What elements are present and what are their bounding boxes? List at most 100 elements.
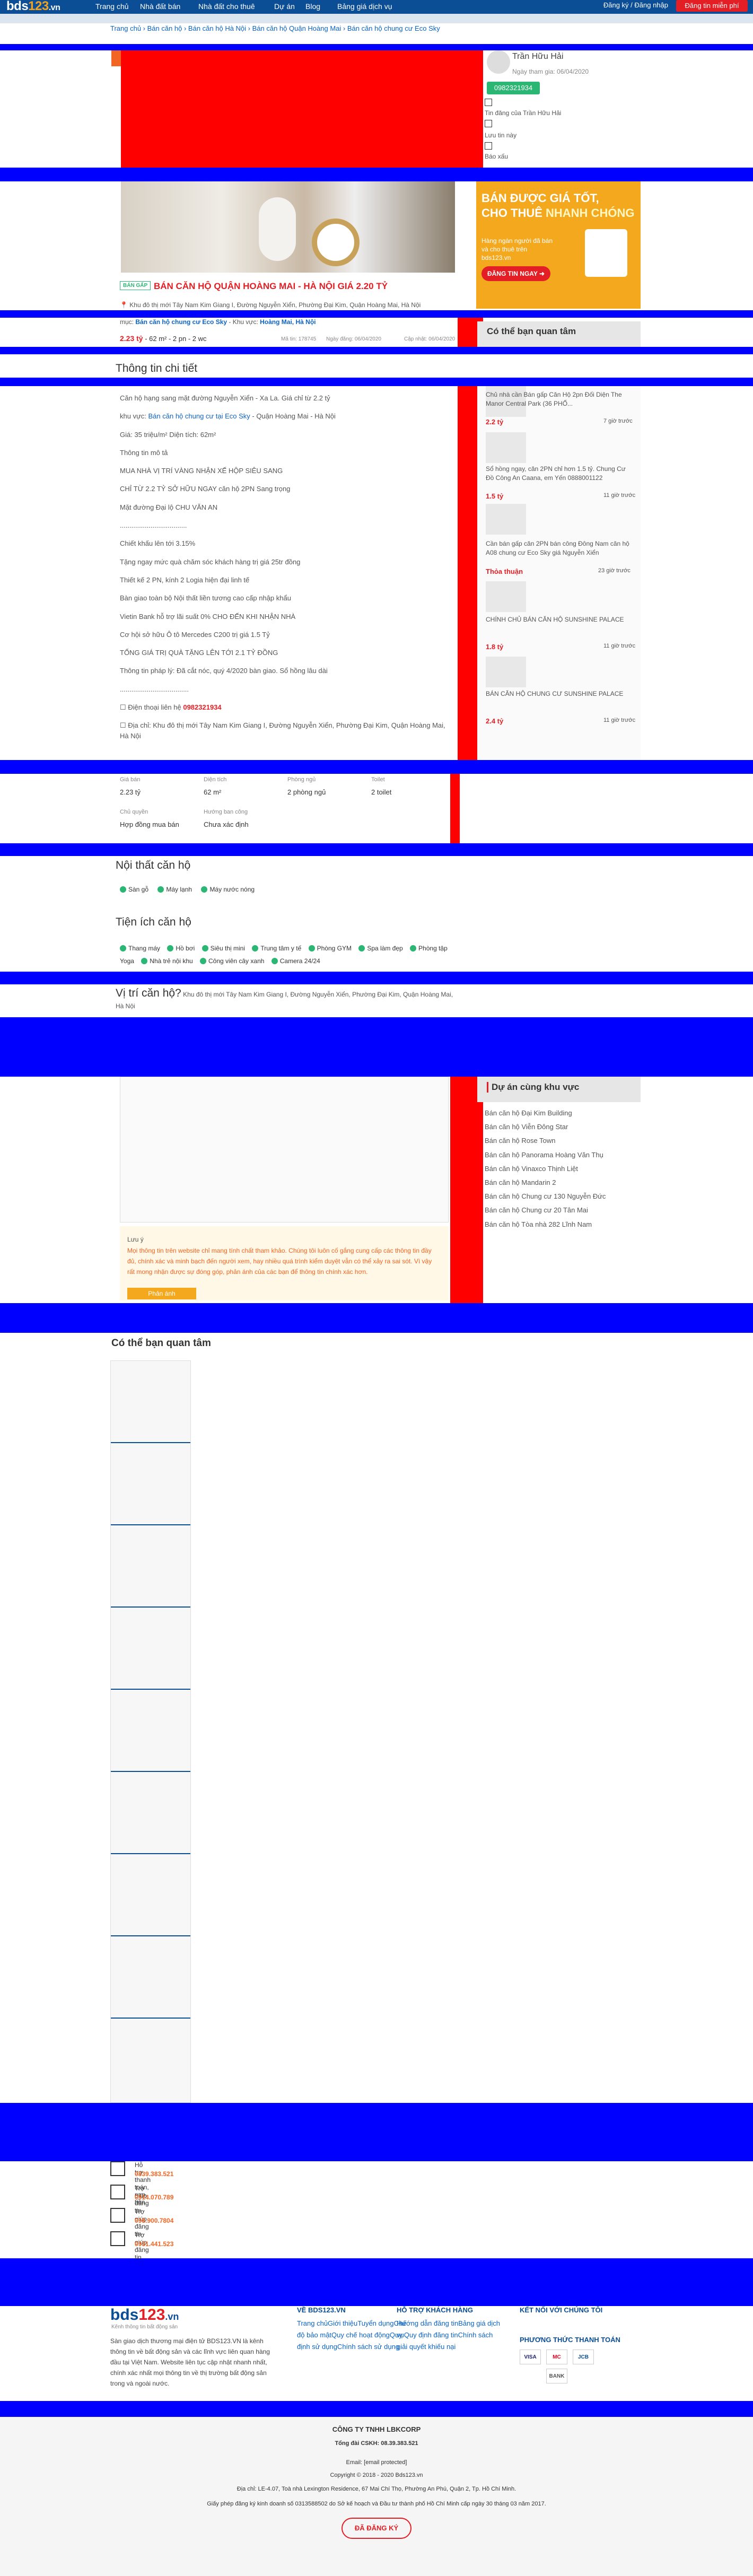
map-frame[interactable]: [120, 1077, 449, 1222]
footer-col1-title: VỀ BDS123.VN: [297, 2306, 346, 2314]
detail-line: Giá: 35 triệu/m² Diện tích: 62m²: [120, 430, 216, 439]
project-link[interactable]: Bán căn hộ Đại Kim Building: [485, 1106, 606, 1120]
report-button[interactable]: Phản ánh: [127, 1288, 196, 1299]
detail-category-link[interactable]: Bán căn hộ chung cư tại Eco Sky: [148, 412, 250, 420]
footer-logo[interactable]: bds123.vn: [110, 2306, 179, 2324]
related-thumb[interactable]: [486, 581, 526, 612]
project-link[interactable]: Bán căn hộ Vinaxco Thịnh Liệt: [485, 1162, 606, 1176]
related-title[interactable]: Sổ hồng ngay, căn 2PN chỉ hơn 1.5 tỷ. Ch…: [486, 465, 634, 483]
bar: [0, 2258, 753, 2306]
bar: [0, 972, 753, 984]
footer-col2-links[interactable]: Hướng dẫn đăng tinBảng giá dịch vụQuy đị…: [397, 2318, 503, 2353]
bottom-related-card[interactable]: [111, 1690, 190, 1772]
project-link[interactable]: Bán căn hộ Chung cư 130 Nguyễn Đức: [485, 1190, 606, 1203]
checkbox[interactable]: [485, 120, 492, 127]
bottom-related-card[interactable]: [111, 1936, 190, 2019]
red-block: [450, 774, 460, 843]
company-name: CÔNG TY TNHH LBKCORP: [332, 2425, 421, 2433]
related-title[interactable]: CHÍNH CHỦ BÁN CĂN HỘ SUNSHINE PALACE: [486, 615, 634, 624]
check-icon: [120, 945, 126, 951]
nav-home[interactable]: Trang chủ: [95, 2, 129, 11]
related-thumb[interactable]: [486, 504, 526, 535]
project-link[interactable]: Bán căn hộ Panorama Hoàng Văn Thụ: [485, 1148, 606, 1162]
interior-item: Máy nước nóng: [201, 886, 255, 893]
project-link[interactable]: Bán căn hộ Rose Town: [485, 1134, 606, 1148]
support-phone[interactable]: 0839.383.521: [135, 2170, 173, 2178]
project-link[interactable]: Bán căn hộ Tòa nhà 282 Lĩnh Nam: [485, 1218, 606, 1232]
related-title[interactable]: Chủ nhà cần Bán gấp Căn Hộ 2pn Đối Diện …: [486, 390, 634, 408]
bar: [0, 2103, 753, 2161]
area-link[interactable]: Hoàng Mai, Hà Nội: [260, 318, 316, 326]
amenity-item: Camera 24/24: [271, 957, 320, 965]
support-phone[interactable]: 098.900.7804: [135, 2217, 173, 2224]
bottom-related-card[interactable]: [111, 1443, 190, 1525]
check-icon: [358, 945, 365, 951]
check-icon: [252, 945, 259, 951]
registered-badge[interactable]: ĐÃ ĐĂNG KÝ: [342, 2518, 411, 2539]
spec-label: Giá bán: [120, 776, 141, 783]
bottom-related-card[interactable]: [111, 1854, 190, 1936]
spec-label: Hướng ban công: [204, 809, 248, 815]
spec-value: 2.23 tỷ: [120, 788, 141, 796]
nav-sale[interactable]: Nhà đất bán: [140, 2, 180, 11]
detail-phone-number[interactable]: 0982321934: [183, 703, 221, 711]
bottom-related-card[interactable]: [111, 1361, 190, 1443]
footer-col1-links[interactable]: Trang chủGiới thiệuTuyển dụngChế độ bảo …: [297, 2318, 408, 2353]
top-header: bds123.vn Trang chủ Nhà đất bán Nhà đất …: [0, 0, 753, 14]
amenity-item: Thang máy: [120, 945, 160, 952]
support-phone[interactable]: 0914.070.789: [135, 2194, 173, 2201]
nav-pricing[interactable]: Bảng giá dịch vụ: [337, 2, 392, 11]
note-box: Lưu ý Mọi thông tin trên website chỉ man…: [120, 1226, 449, 1300]
listing-title: BÁN CĂN HỘ QUẬN HOÀNG MAI - HÀ NỘI GIÁ 2…: [154, 281, 388, 291]
amenity-item: Nhà trẻ nội khu: [141, 957, 193, 965]
spec-value: 62 m²: [204, 788, 222, 796]
listing-address: 📍 Khu đô thị mới Tây Nam Kim Giang I, Đư…: [120, 301, 421, 309]
project-link[interactable]: Bán căn hộ Mandarin 2: [485, 1176, 606, 1190]
related-thumb[interactable]: [486, 657, 526, 687]
bottom-related-card[interactable]: [111, 1525, 190, 1608]
related-price: 2.2 tỷ: [486, 418, 504, 426]
project-link[interactable]: Bán căn hộ Viễn Đông Star: [485, 1120, 606, 1134]
related-title[interactable]: Cần bán gấp căn 2PN bán công Đông Nam că…: [486, 539, 634, 557]
save-listing[interactable]: Lưu tin này: [485, 132, 516, 139]
bottom-related-card[interactable]: [111, 1608, 190, 1690]
footer-pay-title: PHƯƠNG THỨC THANH TOÁN: [520, 2336, 620, 2344]
banner-cta-button[interactable]: ĐĂNG TIN NGAY ➜: [481, 266, 550, 281]
category-link[interactable]: Bán căn hộ chung cư Eco Sky: [135, 318, 227, 326]
related-title[interactable]: BÁN CĂN HỘ CHUNG CƯ SUNSHINE PALACE: [486, 689, 634, 698]
seller-posts-link[interactable]: Tin đăng của Trần Hữu Hải: [485, 109, 561, 117]
amenities-list: Thang máy Hồ bơi Siêu thị mini Trung tâm…: [120, 942, 459, 967]
login-link[interactable]: Đăng ký / Đăng nhập: [603, 1, 668, 9]
checkbox[interactable]: [485, 99, 492, 106]
support-phone[interactable]: 0931.441.523: [135, 2240, 173, 2248]
location-block: Vị trí căn hộ? Khu đô thị mới Tây Nam Ki…: [116, 988, 455, 1012]
bar: [0, 168, 753, 181]
site-logo[interactable]: bds123.vn: [6, 0, 60, 14]
related-price: 2.4 tỷ: [486, 717, 504, 725]
bar: [0, 1017, 753, 1077]
nav-rent[interactable]: Nhà đất cho thuê: [198, 2, 255, 11]
spec-label: Diện tích: [204, 776, 227, 783]
check-icon: [167, 945, 174, 951]
checkbox[interactable]: [485, 142, 492, 150]
support-icon: [110, 2208, 125, 2223]
nav-projects[interactable]: Dự án: [274, 2, 295, 11]
seller-name[interactable]: Trần Hữu Hải: [512, 52, 563, 62]
interior-list: Sàn gỗ Máy lạnh Máy nước nóng: [120, 886, 255, 893]
related-thumb[interactable]: [486, 432, 526, 463]
nav-blog[interactable]: Blog: [305, 2, 320, 11]
report-listing[interactable]: Báo xấu: [485, 153, 508, 160]
breadcrumb[interactable]: Trang chủ › Bán căn hộ › Bán căn hộ Hà N…: [110, 24, 440, 32]
project-link[interactable]: Bán căn hộ Chung cư 20 Tân Mai: [485, 1203, 606, 1217]
bottom-related-card[interactable]: [111, 1772, 190, 1854]
promo-banner[interactable]: BÁN ĐƯỢC GIÁ TỐT, CHO THUÊ NHANH CHÓNG Hà…: [476, 181, 641, 309]
seller-phone-button[interactable]: 0982321934: [487, 82, 540, 94]
related-price: Thỏa thuận: [486, 567, 523, 575]
footer-about: Sàn giao dịch thương mại điện tử BDS123.…: [110, 2337, 270, 2387]
listing-photo[interactable]: [121, 181, 455, 273]
seller-avatar: [487, 50, 510, 74]
spec-label: Toilet: [371, 776, 385, 783]
detail-phone: ☐ Điện thoại liên hệ 0982321934: [120, 703, 222, 712]
location-heading: Vị trí căn hộ?: [116, 987, 181, 999]
post-listing-button[interactable]: Đăng tin miễn phí: [676, 0, 748, 12]
